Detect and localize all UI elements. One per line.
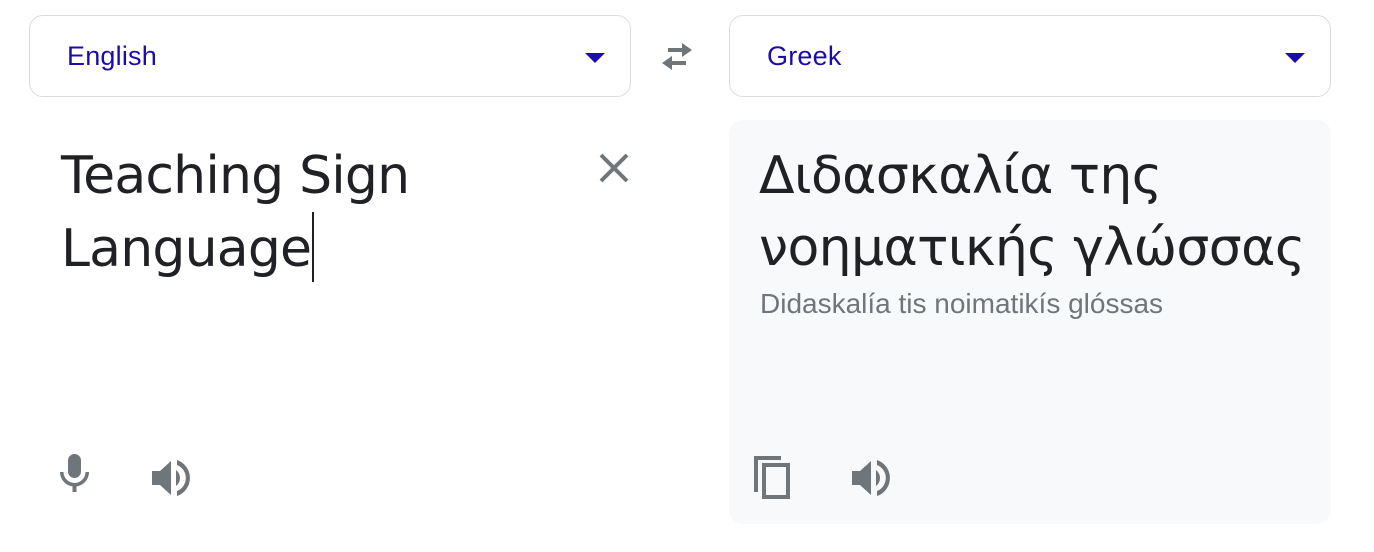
target-language-label: Greek <box>767 41 842 71</box>
source-language-select[interactable]: English <box>29 15 631 97</box>
copy-icon <box>754 456 790 499</box>
source-text-area[interactable]: Teaching Sign Language <box>29 120 631 524</box>
swap-horiz-icon <box>662 43 692 70</box>
source-language-label: English <box>67 41 157 71</box>
source-text-line: Teaching Sign <box>61 146 410 206</box>
source-text[interactable]: Teaching Sign Language <box>61 140 531 285</box>
transliteration-text: Didaskalía tis noimatikís glóssas <box>760 288 1164 319</box>
translated-text[interactable]: Διδασκαλία της νοηματικής γλώσσας <box>759 140 1319 284</box>
swap-languages-button[interactable] <box>654 36 702 76</box>
listen-translation-button[interactable] <box>847 454 895 502</box>
microphone-icon <box>59 454 90 492</box>
translated-text-line: Διδασκαλία της <box>759 146 1162 206</box>
text-cursor <box>312 212 315 282</box>
chevron-down-icon <box>1285 53 1305 63</box>
translated-text-line: νοηματικής γλώσσας <box>759 218 1305 278</box>
clear-text-button[interactable] <box>594 148 634 188</box>
target-language-select[interactable]: Greek <box>729 15 1331 97</box>
translate-widget: English Greek Teaching Sign Language Διδ… <box>0 0 1374 552</box>
listen-source-button[interactable] <box>147 454 195 502</box>
chevron-down-icon <box>585 53 605 63</box>
speaker-icon <box>852 460 890 496</box>
speaker-icon <box>152 460 190 496</box>
source-text-line: Language <box>61 219 312 279</box>
voice-input-button[interactable] <box>51 452 99 500</box>
translation-output: Διδασκαλία της νοηματικής γλώσσας Didask… <box>729 120 1331 524</box>
copy-translation-button[interactable] <box>751 454 799 502</box>
close-icon <box>599 153 629 183</box>
